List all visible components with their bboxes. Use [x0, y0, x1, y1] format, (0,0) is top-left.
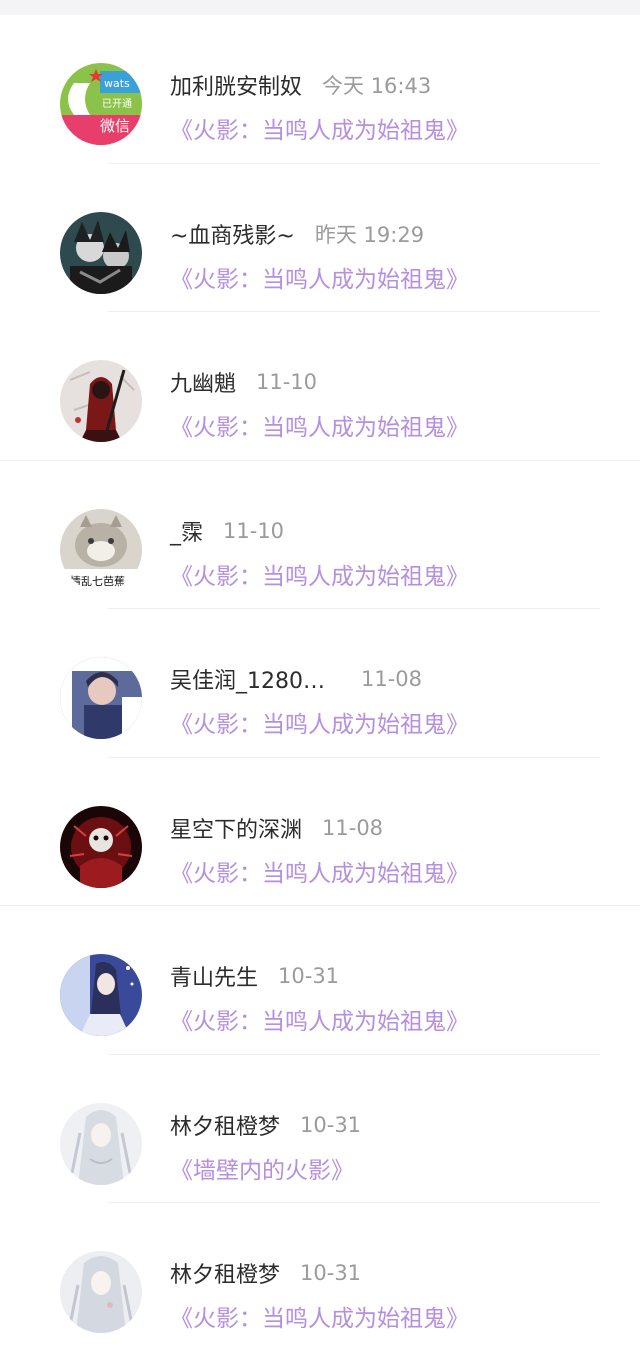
item-header: ~血商残影~ 昨天 19:29	[170, 217, 424, 251]
timestamp: 11-08	[361, 667, 423, 691]
item-header: 加利胱安制奴 今天 16:43	[170, 68, 431, 102]
brand-text: wats	[104, 77, 130, 90]
sender-name[interactable]: 九幽魈	[170, 366, 236, 398]
book-link[interactable]: 《火影：当鸣人成为始祖鬼》	[170, 1002, 469, 1036]
sender-name[interactable]: 青山先生	[170, 960, 258, 992]
avatar[interactable]	[60, 360, 142, 442]
book-link[interactable]: 《墙壁内的火影》	[170, 1151, 354, 1185]
avatar-image	[60, 657, 142, 739]
book-link[interactable]: 《火影：当鸣人成为始祖鬼》	[170, 111, 469, 145]
list-item[interactable]: 青山先生 10-31 《火影：当鸣人成为始祖鬼》	[0, 906, 640, 1055]
top-bar	[0, 0, 640, 15]
item-header: 吴佳润_1280… 11-08	[170, 662, 422, 696]
avatar-image	[60, 360, 142, 442]
list-item[interactable]: wats 已开通 微信 加利胱安制奴 今天 16:43 《火影：当鸣人成为始祖鬼…	[0, 15, 640, 164]
list-item[interactable]: 九幽魈 11-10 《火影：当鸣人成为始祖鬼》	[0, 312, 640, 461]
sender-name[interactable]: 加利胱安制奴	[170, 69, 302, 101]
avatar[interactable]	[60, 1102, 142, 1185]
item-header: 青山先生 10-31	[170, 959, 339, 993]
timestamp: 昨天 19:29	[314, 222, 425, 247]
book-link[interactable]: 《火影：当鸣人成为始祖鬼》	[170, 854, 469, 888]
timestamp: 11-10	[256, 370, 318, 394]
avatar[interactable]	[60, 805, 142, 888]
list-item[interactable]: 林夕租橙梦 10-31 《墙壁内的火影》	[0, 1055, 640, 1204]
avatar[interactable]	[60, 211, 142, 294]
avatar-image: wats 已开通 微信	[60, 63, 142, 145]
item-header: 星空下的深渊 11-08	[170, 811, 383, 845]
sender-name[interactable]: 吴佳润_1280…	[170, 663, 325, 695]
sender-name[interactable]: _霂	[170, 515, 203, 547]
sender-name[interactable]: 林夕租橙梦	[170, 1257, 280, 1289]
sender-name[interactable]: 林夕租橙梦	[170, 1109, 280, 1141]
sender-name[interactable]: 星空下的深渊	[170, 812, 302, 844]
list-item[interactable]: 吴佳润_1280… 11-08 《火影：当鸣人成为始祖鬼》	[0, 609, 640, 758]
book-link[interactable]: 《火影：当鸣人成为始祖鬼》	[170, 260, 469, 294]
timestamp: 11-08	[322, 815, 384, 840]
book-link[interactable]: 《火影：当鸣人成为始祖鬼》	[170, 408, 469, 442]
badge-text: 已开通	[102, 98, 132, 110]
item-header: 林夕租橙梦 10-31	[170, 1108, 361, 1142]
item-header: 林夕租橙梦 10-31	[170, 1256, 361, 1290]
avatar-image	[60, 954, 142, 1036]
avatar[interactable]: 情乱七芭蕉	[60, 508, 142, 591]
timestamp: 11-10	[223, 518, 285, 543]
avatar-image	[60, 805, 142, 888]
book-link[interactable]: 《火影：当鸣人成为始祖鬼》	[170, 1299, 469, 1333]
avatar-image	[60, 211, 142, 294]
timestamp: 今天 16:43	[322, 74, 432, 98]
list-item[interactable]: 星空下的深渊 11-08 《火影：当鸣人成为始祖鬼》	[0, 758, 640, 907]
timestamp: 10-31	[278, 964, 340, 988]
timestamp: 10-31	[300, 1112, 362, 1137]
avatar[interactable]	[60, 657, 142, 739]
list-item[interactable]: ~血商残影~ 昨天 19:29 《火影：当鸣人成为始祖鬼》	[0, 164, 640, 313]
sender-name[interactable]: ~血商残影~	[170, 218, 295, 250]
avatar-image: 情乱七芭蕉	[60, 508, 142, 591]
item-header: 九幽魈 11-10	[170, 365, 317, 399]
item-header: _霂 11-10	[170, 514, 284, 548]
message-list: wats 已开通 微信 加利胱安制奴 今天 16:43 《火影：当鸣人成为始祖鬼…	[0, 15, 640, 1352]
book-link[interactable]: 《火影：当鸣人成为始祖鬼》	[170, 705, 469, 739]
avatar[interactable]	[60, 1251, 142, 1333]
list-item[interactable]: 林夕租橙梦 10-31 《火影：当鸣人成为始祖鬼》	[0, 1203, 640, 1352]
list-item[interactable]: 情乱七芭蕉 _霂 11-10 《火影：当鸣人成为始祖鬼》	[0, 461, 640, 610]
book-link[interactable]: 《火影：当鸣人成为始祖鬼》	[170, 557, 469, 591]
avatar-image	[60, 1102, 142, 1185]
main-text: 微信	[100, 117, 130, 135]
avatar[interactable]	[60, 954, 142, 1036]
avatar-image	[60, 1251, 142, 1333]
caption-text: 情乱七芭蕉	[70, 574, 125, 588]
timestamp: 10-31	[300, 1261, 362, 1285]
avatar[interactable]: wats 已开通 微信	[60, 63, 142, 145]
